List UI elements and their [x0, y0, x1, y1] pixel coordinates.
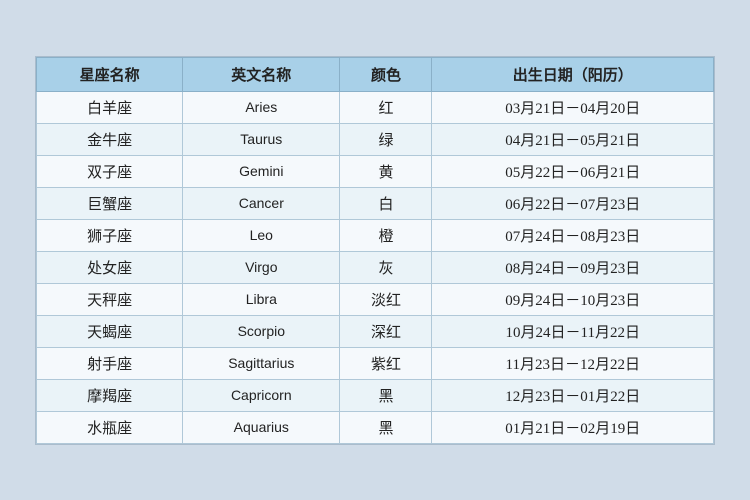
cell-color: 橙 [340, 219, 432, 251]
cell-color: 紫红 [340, 347, 432, 379]
cell-dates: 05月22日－06月21日 [432, 155, 714, 187]
cell-chinese-name: 摩羯座 [37, 379, 183, 411]
table-body: 白羊座Aries红03月21日－04月20日金牛座Taurus绿04月21日－0… [37, 91, 714, 443]
cell-dates: 04月21日－05月21日 [432, 123, 714, 155]
cell-dates: 08月24日－09月23日 [432, 251, 714, 283]
cell-chinese-name: 水瓶座 [37, 411, 183, 443]
table-row: 白羊座Aries红03月21日－04月20日 [37, 91, 714, 123]
header-chinese-name: 星座名称 [37, 57, 183, 91]
cell-english-name: Capricorn [183, 379, 340, 411]
cell-color: 黑 [340, 411, 432, 443]
cell-chinese-name: 巨蟹座 [37, 187, 183, 219]
table-row: 射手座Sagittarius紫红11月23日－12月22日 [37, 347, 714, 379]
cell-english-name: Libra [183, 283, 340, 315]
cell-dates: 12月23日－01月22日 [432, 379, 714, 411]
header-dates: 出生日期（阳历） [432, 57, 714, 91]
table-row: 天蝎座Scorpio深红10月24日－11月22日 [37, 315, 714, 347]
cell-chinese-name: 射手座 [37, 347, 183, 379]
cell-chinese-name: 处女座 [37, 251, 183, 283]
cell-chinese-name: 狮子座 [37, 219, 183, 251]
cell-english-name: Aries [183, 91, 340, 123]
zodiac-table-container: 星座名称 英文名称 颜色 出生日期（阳历） 白羊座Aries红03月21日－04… [35, 56, 715, 445]
cell-dates: 06月22日－07月23日 [432, 187, 714, 219]
cell-color: 白 [340, 187, 432, 219]
table-header-row: 星座名称 英文名称 颜色 出生日期（阳历） [37, 57, 714, 91]
cell-chinese-name: 金牛座 [37, 123, 183, 155]
table-row: 处女座Virgo灰08月24日－09月23日 [37, 251, 714, 283]
cell-chinese-name: 天秤座 [37, 283, 183, 315]
cell-chinese-name: 白羊座 [37, 91, 183, 123]
cell-color: 淡红 [340, 283, 432, 315]
cell-chinese-name: 双子座 [37, 155, 183, 187]
cell-color: 绿 [340, 123, 432, 155]
cell-english-name: Cancer [183, 187, 340, 219]
table-row: 水瓶座Aquarius黑01月21日－02月19日 [37, 411, 714, 443]
cell-dates: 03月21日－04月20日 [432, 91, 714, 123]
cell-english-name: Virgo [183, 251, 340, 283]
cell-dates: 09月24日－10月23日 [432, 283, 714, 315]
zodiac-table: 星座名称 英文名称 颜色 出生日期（阳历） 白羊座Aries红03月21日－04… [36, 57, 714, 444]
table-row: 摩羯座Capricorn黑12月23日－01月22日 [37, 379, 714, 411]
cell-color: 黄 [340, 155, 432, 187]
cell-dates: 07月24日－08月23日 [432, 219, 714, 251]
table-row: 天秤座Libra淡红09月24日－10月23日 [37, 283, 714, 315]
table-row: 双子座Gemini黄05月22日－06月21日 [37, 155, 714, 187]
cell-color: 红 [340, 91, 432, 123]
cell-color: 黑 [340, 379, 432, 411]
table-row: 狮子座Leo橙07月24日－08月23日 [37, 219, 714, 251]
cell-dates: 10月24日－11月22日 [432, 315, 714, 347]
cell-dates: 01月21日－02月19日 [432, 411, 714, 443]
cell-english-name: Aquarius [183, 411, 340, 443]
header-english-name: 英文名称 [183, 57, 340, 91]
cell-color: 灰 [340, 251, 432, 283]
cell-english-name: Taurus [183, 123, 340, 155]
header-color: 颜色 [340, 57, 432, 91]
cell-color: 深红 [340, 315, 432, 347]
cell-english-name: Sagittarius [183, 347, 340, 379]
cell-chinese-name: 天蝎座 [37, 315, 183, 347]
cell-dates: 11月23日－12月22日 [432, 347, 714, 379]
table-row: 金牛座Taurus绿04月21日－05月21日 [37, 123, 714, 155]
cell-english-name: Gemini [183, 155, 340, 187]
cell-english-name: Scorpio [183, 315, 340, 347]
cell-english-name: Leo [183, 219, 340, 251]
table-row: 巨蟹座Cancer白06月22日－07月23日 [37, 187, 714, 219]
